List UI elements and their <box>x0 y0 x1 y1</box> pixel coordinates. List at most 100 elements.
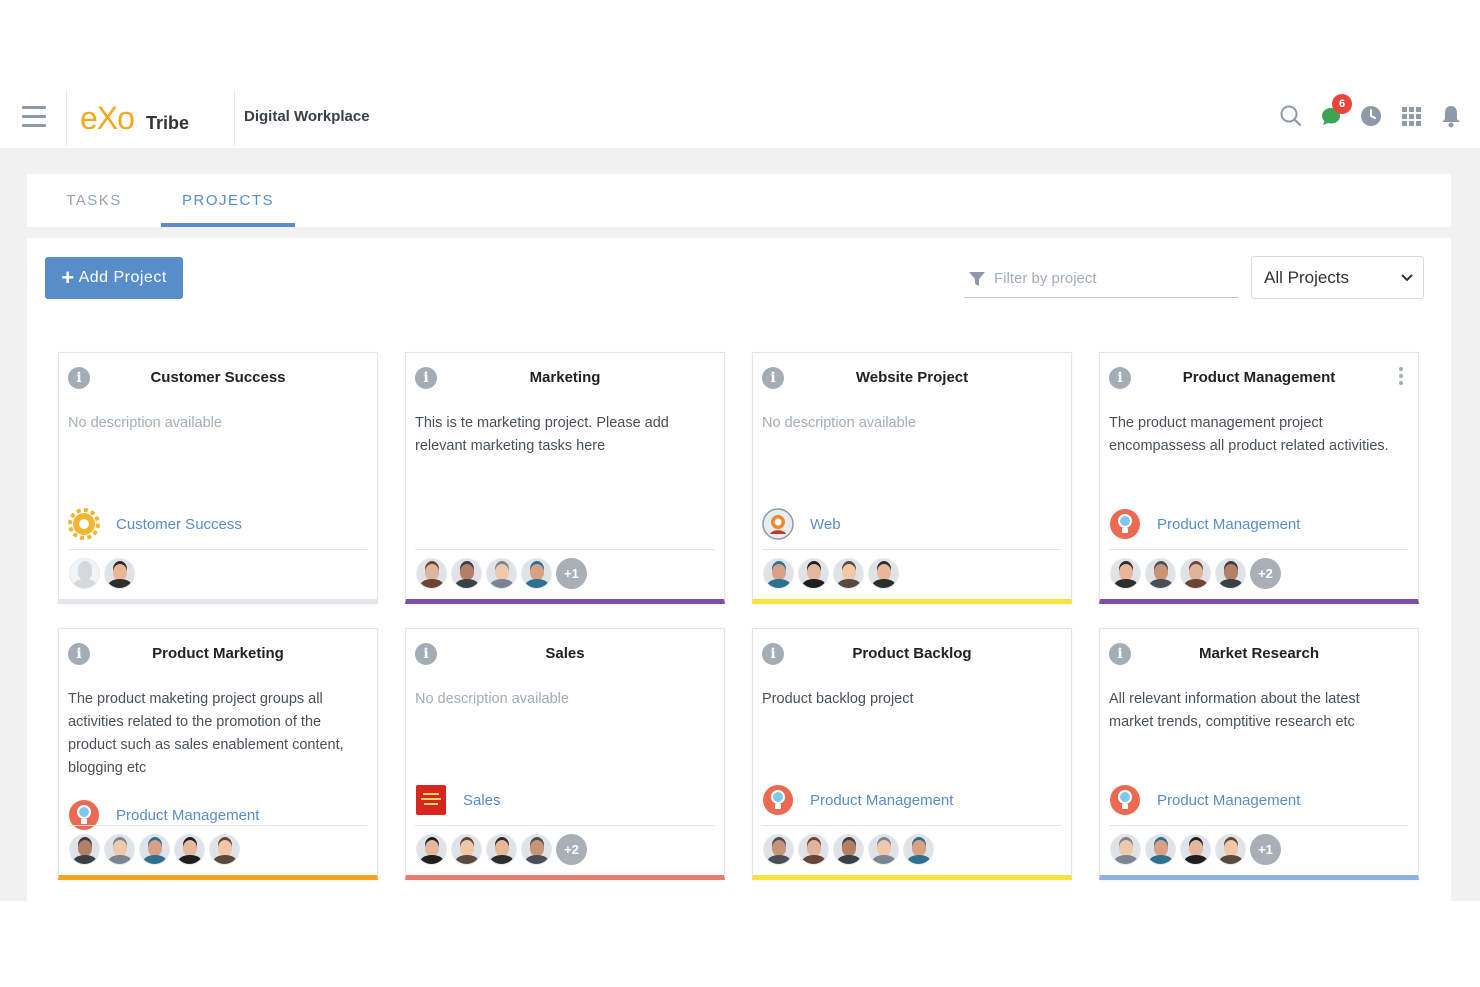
space-link-row[interactable]: Product Management <box>1109 508 1300 540</box>
space-link-row[interactable]: Web <box>762 508 841 540</box>
space-link[interactable]: Sales <box>463 792 501 809</box>
logo[interactable]: eXo Tribe <box>80 100 189 136</box>
avatar[interactable] <box>1110 558 1141 589</box>
filter-field[interactable] <box>964 260 1238 298</box>
avatar[interactable] <box>451 834 482 865</box>
space-link-row[interactable]: Sales <box>415 784 501 816</box>
avatar-face <box>842 840 856 856</box>
space-link-row[interactable]: Product Management <box>68 799 259 831</box>
tab-projects[interactable]: PROJECTS <box>161 174 295 227</box>
avatar[interactable] <box>833 834 864 865</box>
space-link[interactable]: Product Management <box>116 807 259 824</box>
avatar[interactable] <box>69 558 100 589</box>
avatar[interactable] <box>104 558 135 589</box>
space-link-row[interactable]: Product Management <box>1109 784 1300 816</box>
add-project-button[interactable]: + Add Project <box>45 257 183 299</box>
member-avatars <box>69 834 240 865</box>
avatar[interactable] <box>833 558 864 589</box>
avatar[interactable] <box>521 558 552 589</box>
avatar-face <box>877 840 891 856</box>
project-card[interactable]: i Website Project No description available… <box>752 352 1072 604</box>
avatar-body <box>490 579 514 588</box>
clock-icon[interactable] <box>1360 104 1382 128</box>
avatar[interactable] <box>486 558 517 589</box>
avatar[interactable] <box>416 834 447 865</box>
plus-icon: + <box>61 265 75 290</box>
project-card[interactable]: i Product Management The product managemen… <box>1099 352 1419 604</box>
more-members-badge[interactable]: +2 <box>556 834 587 865</box>
avatar[interactable] <box>174 834 205 865</box>
info-icon[interactable]: i <box>68 367 90 389</box>
projects-panel: + Add Project All Projects i Customer Suc… <box>27 238 1451 901</box>
avatar-body <box>1219 855 1243 864</box>
avatar-face <box>1224 564 1238 580</box>
more-members-badge[interactable]: +1 <box>556 558 587 589</box>
project-type-select[interactable]: All Projects <box>1251 256 1424 299</box>
avatar[interactable] <box>69 834 100 865</box>
project-card[interactable]: i Customer Success No description availabl… <box>58 352 378 604</box>
info-icon[interactable]: i <box>415 367 437 389</box>
project-card[interactable]: i Market Research All relevant information… <box>1099 628 1419 880</box>
apps-grid-icon[interactable] <box>1400 104 1422 128</box>
avatar[interactable] <box>209 834 240 865</box>
bell-icon[interactable] <box>1440 104 1462 128</box>
project-title: Product Management <box>1182 369 1336 386</box>
avatar-face <box>495 840 509 856</box>
project-description: The product maketing project groups all … <box>68 691 344 776</box>
avatar[interactable] <box>1180 834 1211 865</box>
avatar[interactable] <box>798 834 829 865</box>
avatar[interactable] <box>1180 558 1211 589</box>
avatar-face <box>148 840 162 856</box>
avatar[interactable] <box>763 558 794 589</box>
avatar[interactable] <box>451 558 482 589</box>
space-link[interactable]: Customer Success <box>116 516 242 533</box>
project-card[interactable]: i Product Marketing The product maketing p… <box>58 628 378 880</box>
search-icon[interactable] <box>1280 104 1302 128</box>
hamburger-menu-icon[interactable] <box>22 106 46 128</box>
avatar-body <box>872 855 896 864</box>
info-icon[interactable]: i <box>415 643 437 665</box>
info-icon[interactable]: i <box>68 643 90 665</box>
avatar[interactable] <box>868 558 899 589</box>
chat-icon[interactable]: 6 <box>1320 94 1352 128</box>
avatar[interactable] <box>798 558 829 589</box>
space-link-row[interactable]: Product Management <box>762 784 953 816</box>
avatar[interactable] <box>1110 834 1141 865</box>
avatar[interactable] <box>903 834 934 865</box>
avatar[interactable] <box>486 834 517 865</box>
filter-input[interactable] <box>994 270 1224 287</box>
info-icon[interactable]: i <box>1109 643 1131 665</box>
space-link[interactable]: Product Management <box>1157 792 1300 809</box>
avatar[interactable] <box>763 834 794 865</box>
space-link-row[interactable]: Customer Success <box>68 508 242 540</box>
project-card[interactable]: i Sales No description available Sales +2 <box>405 628 725 880</box>
more-options-icon[interactable] <box>1398 367 1404 387</box>
avatar[interactable] <box>521 834 552 865</box>
avatar-face <box>530 564 544 580</box>
avatar[interactable] <box>1145 834 1176 865</box>
info-icon[interactable]: i <box>1109 367 1131 389</box>
space-link[interactable]: Web <box>810 516 841 533</box>
avatar[interactable] <box>139 834 170 865</box>
avatar[interactable] <box>416 558 447 589</box>
avatar[interactable] <box>1145 558 1176 589</box>
space-link[interactable]: Product Management <box>1157 516 1300 533</box>
member-avatars: +1 <box>1110 834 1281 865</box>
space-link[interactable]: Product Management <box>810 792 953 809</box>
chat-badge: 6 <box>1332 94 1352 114</box>
more-members-badge[interactable]: +2 <box>1250 558 1281 589</box>
more-members-badge[interactable]: +1 <box>1250 834 1281 865</box>
avatar[interactable] <box>1215 834 1246 865</box>
info-icon[interactable]: i <box>762 367 784 389</box>
avatar[interactable] <box>104 834 135 865</box>
avatar-body <box>525 855 549 864</box>
project-title: Sales <box>545 645 585 662</box>
tab-tasks[interactable]: TASKS <box>47 174 141 227</box>
project-card[interactable]: i Marketing This is te marketing project. … <box>405 352 725 604</box>
info-icon[interactable]: i <box>762 643 784 665</box>
card-divider <box>68 825 367 826</box>
project-card[interactable]: i Product Backlog Product backlog project P… <box>752 628 1072 880</box>
avatar[interactable] <box>868 834 899 865</box>
avatar[interactable] <box>1215 558 1246 589</box>
project-title: Customer Success <box>150 369 286 386</box>
